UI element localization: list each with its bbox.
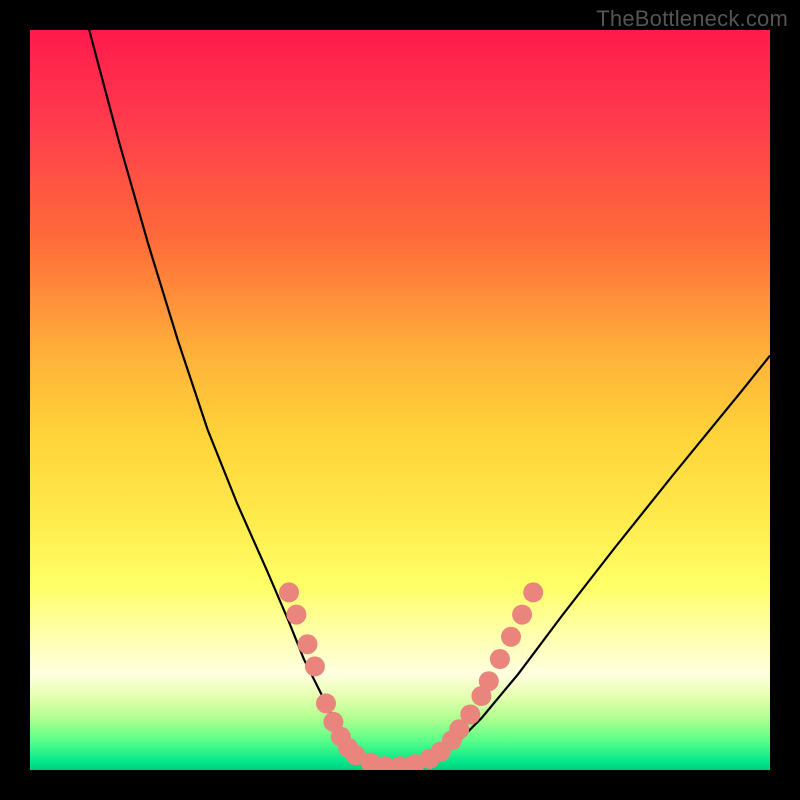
curve-marker [316, 693, 336, 713]
watermark-text: TheBottleneck.com [596, 6, 788, 32]
bottleneck-curve [89, 30, 770, 770]
curve-marker [512, 605, 532, 625]
chart-frame: TheBottleneck.com [0, 0, 800, 800]
bottleneck-curve-svg [30, 30, 770, 770]
curve-marker [501, 627, 521, 647]
curve-marker [279, 582, 299, 602]
curve-marker [460, 705, 480, 725]
curve-marker [479, 671, 499, 691]
plot-area [30, 30, 770, 770]
curve-marker [298, 634, 318, 654]
curve-marker [286, 605, 306, 625]
curve-marker [490, 649, 510, 669]
curve-marker [305, 656, 325, 676]
curve-marker [523, 582, 543, 602]
